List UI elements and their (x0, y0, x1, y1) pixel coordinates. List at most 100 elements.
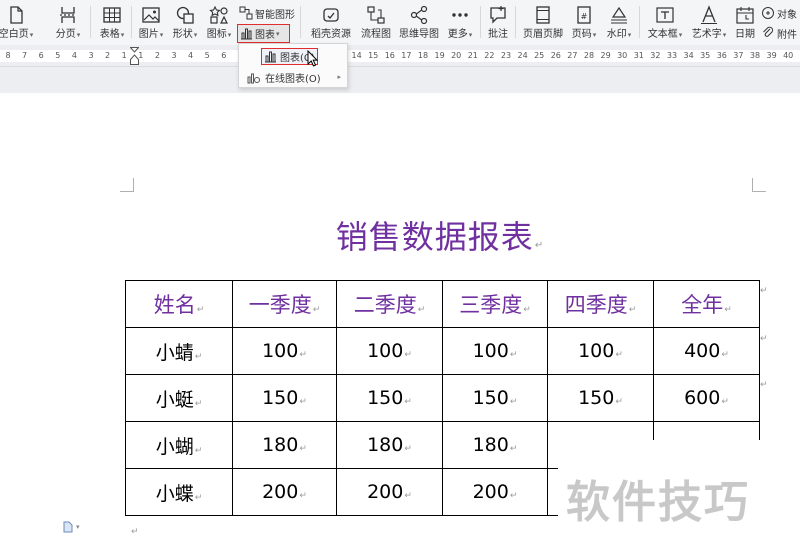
paragraph-mark: ↵ (194, 351, 203, 362)
separator (515, 6, 516, 38)
separator (639, 6, 640, 38)
table-cell[interactable]: 600↵ (653, 374, 760, 422)
table-cell[interactable]: 150↵ (442, 374, 548, 422)
table-cell[interactable]: 小蜓↵ (125, 374, 233, 422)
table-header-cell[interactable]: 四季度↵ (547, 280, 654, 328)
paragraph-mark: ↵ (404, 444, 412, 454)
table-header-cell[interactable]: 姓名↵ (125, 280, 233, 328)
header-footer-button[interactable]: 页眉页脚 (519, 2, 567, 42)
table-cell[interactable]: 400↵ (653, 327, 760, 375)
table-header-cell[interactable]: 三季度↵ (442, 280, 548, 328)
shape-button[interactable]: 形状▾ (168, 2, 202, 42)
more-button[interactable]: 更多▾ (442, 2, 478, 42)
cell-text: 180 (367, 434, 404, 456)
horizontal-ruler[interactable]: 8765432112345678910111213141516171819202… (0, 45, 800, 67)
comment-label: 批注 (488, 29, 508, 40)
document-title-text: 销售数据报表 (335, 218, 534, 256)
image-button[interactable]: 图片▾ (133, 2, 169, 42)
paragraph-mark: ↵ (194, 398, 203, 409)
paragraph-mark: ↵ (628, 305, 637, 315)
cell-text: 200 (367, 481, 404, 503)
icon-library-label: 图标 (206, 29, 227, 40)
smart-graphic-label: 智能图形 (255, 9, 295, 21)
table-cell[interactable]: 100↵ (232, 327, 337, 375)
docer-resources-icon (320, 4, 342, 26)
object-icon (762, 7, 774, 19)
date-button[interactable]: 日期 (731, 2, 759, 42)
calendar-icon (734, 4, 756, 26)
table-header-row: 姓名↵ 一季度↵ 二季度↵ 三季度↵ 四季度↵ 全年↵ (125, 280, 760, 328)
table-cell[interactable]: 180↵ (442, 421, 548, 469)
table-cell[interactable]: 200↵ (442, 468, 548, 516)
paragraph-mark: ↵ (615, 350, 623, 360)
page-break-button[interactable]: 分页▾ (46, 2, 90, 42)
docer-resources-button[interactable]: 稻壳资源 (306, 2, 356, 42)
page-break-icon (57, 4, 79, 26)
table-cell[interactable]: 100↵ (547, 327, 654, 375)
watermark-button[interactable]: 水印▾ (602, 2, 636, 42)
text-box-button[interactable]: 文本框▾ (643, 2, 687, 42)
row-end-mark: ↵ (760, 334, 768, 344)
paste-options-icon (63, 521, 73, 533)
paragraph-mark: ↵ (509, 491, 518, 501)
table-header-cell[interactable]: 全年↵ (653, 280, 760, 328)
row-end-mark: ↵ (760, 380, 768, 390)
bar-chart-icon (241, 28, 252, 40)
smart-graphic-button[interactable]: 智能图形 (239, 4, 295, 22)
mind-map-label: 思维导图 (399, 29, 439, 40)
table-cell[interactable]: 小蝴↵ (125, 421, 233, 469)
docer-resources-label: 稻壳资源 (311, 29, 351, 40)
table-button[interactable]: 表格▾ (92, 2, 132, 42)
cell-text: 四季度 (564, 293, 628, 317)
table-icon (101, 4, 123, 26)
attachment-button[interactable]: 附件 (761, 24, 797, 42)
cell-text: 100 (367, 340, 404, 362)
table-header-cell[interactable]: 一季度↵ (232, 280, 337, 328)
cell-text: 150 (578, 387, 615, 409)
mind-map-button[interactable]: 思维导图 (396, 2, 442, 42)
table-cell[interactable]: 100↵ (336, 327, 443, 375)
flowchart-label: 流程图 (361, 29, 391, 40)
cell-text: 全年 (681, 293, 724, 317)
menu-item-online-chart[interactable]: 在线图表(O) ▸ (239, 67, 347, 87)
paste-options-button[interactable]: ▾ (63, 520, 87, 534)
table-cell[interactable]: 150↵ (547, 374, 654, 422)
cell-text: 180 (262, 434, 299, 456)
chart-button[interactable]: 图表 ▾ (237, 24, 290, 43)
separator (300, 6, 301, 38)
word-art-button[interactable]: 艺术字▾ (688, 2, 730, 42)
table-cell[interactable]: 180↵ (232, 421, 337, 469)
header-footer-label: 页眉页脚 (523, 29, 563, 40)
icon-library-button[interactable]: 图标▾ (202, 2, 236, 42)
page-corner-mark (752, 178, 766, 192)
mind-map-icon (408, 4, 430, 26)
bar-chart-icon (265, 51, 276, 62)
table-cell[interactable]: 150↵ (232, 374, 337, 422)
table-cell[interactable]: 150↵ (336, 374, 443, 422)
table-cell[interactable]: 200↵ (232, 468, 337, 516)
shape-icon (174, 4, 196, 26)
menu-item-chart[interactable]: 图表(C) (239, 46, 347, 66)
watermark-label: 水印 (606, 29, 627, 40)
page-number-button[interactable]: # 页码▾ (566, 2, 602, 42)
comment-button[interactable]: 批注 (483, 2, 513, 42)
document-title[interactable]: 销售数据报表↵ (300, 212, 580, 258)
table-cell[interactable]: 180↵ (336, 421, 443, 469)
word-art-icon (698, 4, 720, 26)
table-cell[interactable]: 200↵ (336, 468, 443, 516)
flowchart-button[interactable]: 流程图 (357, 2, 395, 42)
paragraph-mark: ↵ (299, 491, 307, 501)
smart-graphic-icon (239, 6, 253, 20)
chevron-down-icon: ▾ (76, 523, 80, 531)
cell-text: 180 (472, 434, 509, 456)
table-cell[interactable]: 小蝶↵ (125, 468, 233, 516)
paragraph-mark: ↵ (509, 444, 518, 454)
table-cell[interactable]: 小蜻↵ (125, 327, 233, 375)
chart-label: 图表 (255, 30, 275, 41)
object-button[interactable]: 对象 (761, 4, 797, 22)
watermark-text: 软件技巧 (566, 477, 750, 528)
table-cell[interactable]: 100↵ (442, 327, 548, 375)
blank-page-button[interactable]: 空白页▾ (0, 2, 40, 42)
table-header-cell[interactable]: 二季度↵ (336, 280, 443, 328)
paragraph-mark: ↵ (615, 397, 623, 407)
